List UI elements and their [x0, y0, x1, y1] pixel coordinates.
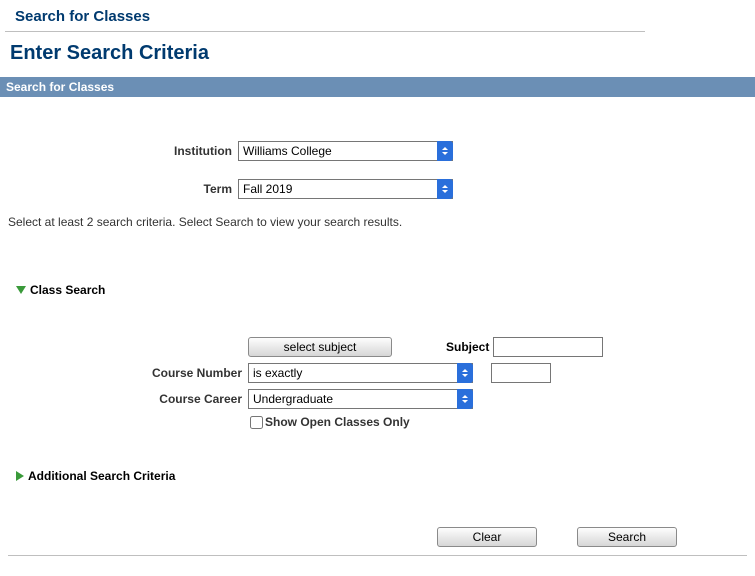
subject-label: Subject: [446, 340, 493, 354]
institution-row: Institution Williams College: [8, 141, 747, 161]
course-career-label: Course Career: [8, 392, 248, 406]
course-number-op-select[interactable]: is exactly: [248, 363, 473, 383]
course-number-label: Course Number: [8, 366, 248, 380]
course-career-row: Course Career Undergraduate: [8, 389, 747, 409]
additional-criteria-header: Additional Search Criteria: [28, 469, 175, 483]
page-title: Search for Classes: [5, 0, 645, 32]
show-open-label: Show Open Classes Only: [265, 415, 410, 429]
class-search-toggle[interactable]: Class Search: [16, 279, 747, 301]
show-open-row: Show Open Classes Only: [250, 415, 747, 429]
course-career-select[interactable]: Undergraduate: [248, 389, 473, 409]
additional-criteria-toggle[interactable]: Additional Search Criteria: [16, 465, 747, 487]
chevron-down-icon: [16, 286, 26, 294]
footer-actions: Clear Search: [8, 523, 747, 556]
term-row: Term Fall 2019: [8, 179, 747, 199]
clear-button[interactable]: Clear: [437, 527, 537, 547]
page-subtitle: Enter Search Criteria: [0, 32, 755, 77]
subject-row: select subject Subject: [8, 337, 747, 357]
institution-select[interactable]: Williams College: [238, 141, 453, 161]
term-label: Term: [8, 182, 238, 196]
course-number-row: Course Number is exactly: [8, 363, 747, 383]
section-bar: Search for Classes: [0, 77, 755, 97]
course-number-input[interactable]: [491, 363, 551, 383]
select-subject-button[interactable]: select subject: [248, 337, 392, 357]
chevron-right-icon: [16, 471, 24, 481]
term-select[interactable]: Fall 2019: [238, 179, 453, 199]
main-content: Institution Williams College Term Fall 2…: [0, 97, 755, 576]
show-open-checkbox[interactable]: [250, 416, 263, 429]
subject-input[interactable]: [493, 337, 603, 357]
institution-label: Institution: [8, 144, 238, 158]
instructions-text: Select at least 2 search criteria. Selec…: [8, 209, 747, 229]
search-button[interactable]: Search: [577, 527, 677, 547]
class-search-header: Class Search: [30, 283, 105, 297]
